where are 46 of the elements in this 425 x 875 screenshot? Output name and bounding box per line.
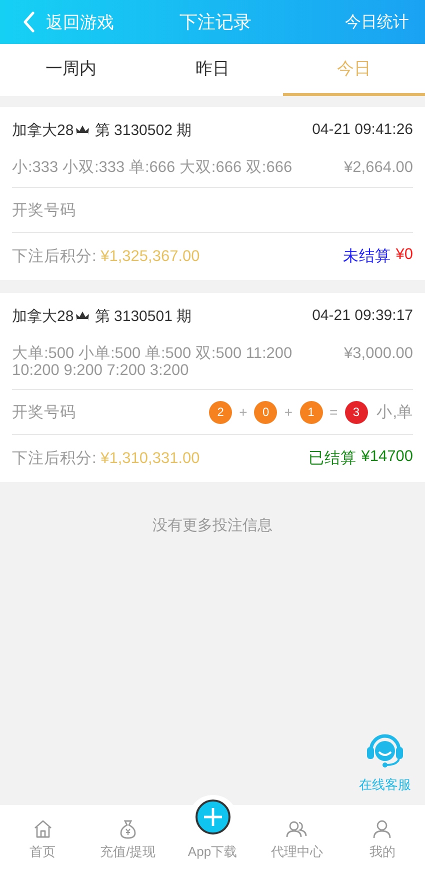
number-ball: 0: [254, 400, 278, 424]
operator: +: [284, 404, 292, 420]
operator: +: [239, 404, 248, 420]
no-more-text: 没有更多投注信息: [152, 516, 274, 535]
nav-item[interactable]: App下载: [182, 795, 242, 875]
number-ball: 1: [300, 400, 322, 424]
balance-label: 下注后积分:: [12, 450, 96, 467]
home-icon: [32, 819, 53, 839]
settle-status: 未结算: [342, 247, 391, 267]
result-label: 开奖号码: [12, 402, 76, 422]
number-ball: 2: [209, 400, 232, 424]
bet-title: 加拿大28 第 3130502 期: [12, 121, 192, 140]
crown-icon: [74, 124, 90, 136]
users-icon: [286, 819, 308, 839]
balance-value: ¥1,325,367.00: [100, 248, 200, 265]
crown-icon: [74, 310, 90, 322]
result-label: 开奖号码: [12, 200, 76, 220]
nav-item[interactable]: 充值/提现: [85, 805, 170, 875]
bet-time: 04-21 09:39:17: [312, 307, 413, 324]
sum-ball: 3: [344, 400, 368, 424]
money-bag-icon: [118, 819, 138, 839]
nav-item[interactable]: 代理中心: [254, 805, 340, 875]
customer-service-button[interactable]: 在线客服: [359, 730, 411, 794]
back-button[interactable]: 返回游戏: [22, 10, 114, 34]
bet-title: 加拿大28 第 3130501 期: [12, 307, 192, 326]
settle-status: 已结算: [308, 449, 356, 469]
bet-amount: ¥3,000.00: [344, 345, 413, 363]
daily-stats-link[interactable]: 今日统计: [345, 12, 409, 32]
tab[interactable]: 今日: [283, 44, 425, 96]
bet-time: 04-21 09:41:26: [312, 121, 413, 138]
page-title: 下注记录: [180, 11, 252, 34]
tab[interactable]: 一周内: [0, 44, 142, 96]
nav-item[interactable]: 我的: [340, 805, 425, 875]
bet-details: 小:333 小双:333 单:666 大双:666 双:666: [12, 159, 294, 176]
payout-amount: ¥14700: [361, 448, 413, 467]
result-text: 小,单: [376, 402, 413, 422]
bet-details: 大单:500 小单:500 单:500 双:500 11:200 10:200 9:200 7:200 3:200: [12, 345, 294, 379]
balance-label: 下注后积分:: [12, 248, 96, 265]
balance-value: ¥1,310,331.00: [100, 450, 200, 467]
user-icon: [372, 819, 392, 839]
operator: =: [330, 404, 338, 420]
tab[interactable]: 昨日: [142, 44, 284, 96]
bet-amount: ¥2,664.00: [344, 159, 413, 177]
payout-amount: ¥0: [396, 246, 413, 265]
plus-icon: [194, 799, 230, 835]
nav-item[interactable]: 首页: [0, 805, 86, 875]
